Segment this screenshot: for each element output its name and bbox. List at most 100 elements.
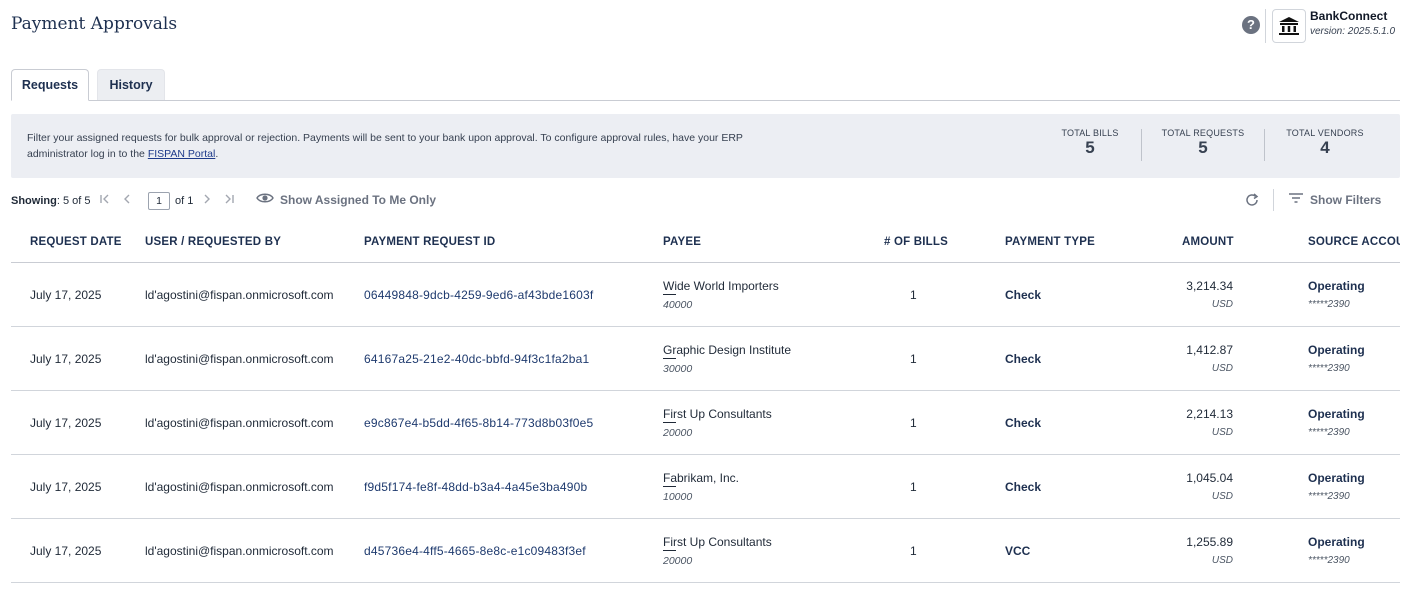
table-row[interactable]: July 17, 2025 ld'agostini@fispan.onmicro… (11, 263, 1400, 327)
column-header-source-account[interactable]: SOURCE ACCOU (1308, 236, 1400, 248)
bill-count: 1 (910, 544, 917, 558)
stat-value: 5 (1198, 138, 1208, 157)
brand-version: version: 2025.5.1.0 (1310, 26, 1396, 37)
info-panel: Filter your assigned requests for bulk a… (11, 114, 1400, 178)
source-account-number: *****2390 (1308, 363, 1350, 374)
column-header-user[interactable]: USER / REQUESTED BY (145, 236, 281, 248)
request-date: July 17, 2025 (30, 480, 102, 494)
show-filters-label: Show Filters (1310, 192, 1382, 207)
bill-count: 1 (910, 352, 917, 366)
source-account-number: *****2390 (1308, 427, 1350, 438)
source-account-name: Operating (1308, 343, 1365, 357)
column-header-request-id[interactable]: PAYMENT REQUEST ID (364, 236, 495, 248)
request-date: July 17, 2025 (30, 288, 102, 302)
column-header-bills[interactable]: # OF BILLS (884, 236, 948, 248)
show-assigned-toggle[interactable]: Show Assigned To Me Only (256, 192, 436, 207)
divider (1265, 9, 1266, 43)
tab-requests[interactable]: Requests (11, 69, 89, 101)
requested-by: ld'agostini@fispan.onmicrosoft.com (145, 416, 334, 430)
payee-name: First Up Consultants (663, 407, 772, 423)
payment-request-id-link[interactable]: e9c867e4-b5dd-4f65-8b14-773d8b03f0e5 (364, 416, 593, 430)
info-text: Filter your assigned requests for bulk a… (27, 130, 787, 162)
table-body: July 17, 2025 ld'agostini@fispan.onmicro… (11, 263, 1400, 583)
amount-value: 1,045.04 (1186, 471, 1233, 485)
source-account-name: Operating (1308, 535, 1365, 549)
payment-type: VCC (1005, 544, 1031, 558)
payment-request-id-link[interactable]: 64167a25-21e2-40dc-bbfd-94f3c1fa2ba1 (364, 352, 589, 366)
request-date: July 17, 2025 (30, 352, 102, 366)
payment-request-id-link[interactable]: f9d5f174-fe8f-48dd-b3a4-4a45e3ba490b (364, 480, 587, 494)
last-page-icon[interactable] (223, 193, 235, 208)
stat-total-vendors: TOTAL VENDORS 4 (1266, 128, 1384, 156)
source-account-name: Operating (1308, 407, 1365, 421)
payee-name: Graphic Design Institute (663, 343, 792, 359)
table-row[interactable]: July 17, 2025 ld'agostini@fispan.onmicro… (11, 327, 1400, 391)
request-date: July 17, 2025 (30, 416, 102, 430)
column-header-amount[interactable]: AMOUNT (1182, 236, 1234, 248)
bill-count: 1 (910, 288, 917, 302)
prev-page-icon[interactable] (122, 193, 132, 208)
page-title: Payment Approvals (11, 14, 178, 34)
page-number-input[interactable]: 1 (148, 192, 170, 210)
requests-table: REQUEST DATE USER / REQUESTED BY PAYMENT… (11, 225, 1400, 583)
refresh-icon[interactable] (1244, 192, 1260, 211)
first-page-icon[interactable] (99, 193, 111, 208)
amount-value: 3,214.34 (1186, 279, 1233, 293)
amount-currency: USD (1211, 299, 1233, 310)
requested-by: ld'agostini@fispan.onmicrosoft.com (145, 288, 334, 302)
source-account-number: *****2390 (1308, 299, 1350, 310)
table-row[interactable]: July 17, 2025 ld'agostini@fispan.onmicro… (11, 391, 1400, 455)
help-icon[interactable]: ? (1242, 16, 1260, 34)
bank-icon (1272, 9, 1306, 43)
payment-request-id-link[interactable]: 06449848-9dcb-4259-9ed6-af43bde1603f (364, 288, 593, 302)
table-row[interactable]: July 17, 2025 ld'agostini@fispan.onmicro… (11, 455, 1400, 519)
tabs-divider (11, 100, 1400, 101)
show-filters-button[interactable]: Show Filters (1288, 192, 1381, 207)
payment-type: Check (1005, 352, 1042, 366)
fispan-portal-link[interactable]: FISPAN Portal (148, 148, 216, 160)
divider (1141, 129, 1142, 161)
column-header-request-date[interactable]: REQUEST DATE (30, 236, 122, 248)
amount-currency: USD (1211, 491, 1233, 502)
tab-history[interactable]: History (97, 69, 165, 101)
payee-id: 20000 (663, 555, 693, 567)
payment-type: Check (1005, 480, 1042, 494)
payee-id: 20000 (663, 427, 693, 439)
payee-name: First Up Consultants (663, 535, 772, 551)
source-account-name: Operating (1308, 279, 1365, 293)
divider (1264, 129, 1265, 161)
stat-total-bills: TOTAL BILLS 5 (1031, 128, 1149, 156)
source-account-number: *****2390 (1308, 555, 1350, 566)
payee-name: Wide World Importers (663, 279, 779, 295)
source-account-name: Operating (1308, 471, 1365, 485)
eye-icon (256, 192, 274, 207)
payment-request-id-link[interactable]: d45736e4-4ff5-4665-8e8c-e1c09483f3ef (364, 544, 586, 558)
column-header-payee[interactable]: PAYEE (663, 236, 701, 248)
stat-label: TOTAL VENDORS (1286, 128, 1364, 138)
requested-by: ld'agostini@fispan.onmicrosoft.com (145, 352, 334, 366)
toolbar: Showing: 5 of 5 1 of 1 Show Assigned To … (11, 189, 1400, 211)
filter-icon (1288, 192, 1304, 207)
table-header: REQUEST DATE USER / REQUESTED BY PAYMENT… (11, 225, 1400, 263)
payee-id: 40000 (663, 299, 693, 311)
table-row[interactable]: July 17, 2025 ld'agostini@fispan.onmicro… (11, 519, 1400, 583)
payee-id: 30000 (663, 363, 693, 375)
source-account-number: *****2390 (1308, 491, 1350, 502)
payment-type: Check (1005, 288, 1042, 302)
showing-label: Showing (11, 195, 57, 207)
amount-currency: USD (1211, 427, 1233, 438)
bill-count: 1 (910, 480, 917, 494)
stat-label: TOTAL BILLS (1061, 128, 1119, 138)
showing-count: Showing: 5 of 5 (11, 192, 90, 210)
amount-value: 1,255.89 (1186, 535, 1233, 549)
info-text-part2: . (215, 148, 219, 160)
stat-total-requests: TOTAL REQUESTS 5 (1144, 128, 1262, 156)
brand-name: BankConnect (1310, 9, 1388, 23)
column-header-payment-type[interactable]: PAYMENT TYPE (1005, 236, 1095, 248)
divider (1273, 189, 1274, 211)
payment-type: Check (1005, 416, 1042, 430)
payee-id: 10000 (663, 491, 693, 503)
bill-count: 1 (910, 416, 917, 430)
next-page-icon[interactable] (202, 193, 212, 208)
stat-value: 5 (1085, 138, 1095, 157)
